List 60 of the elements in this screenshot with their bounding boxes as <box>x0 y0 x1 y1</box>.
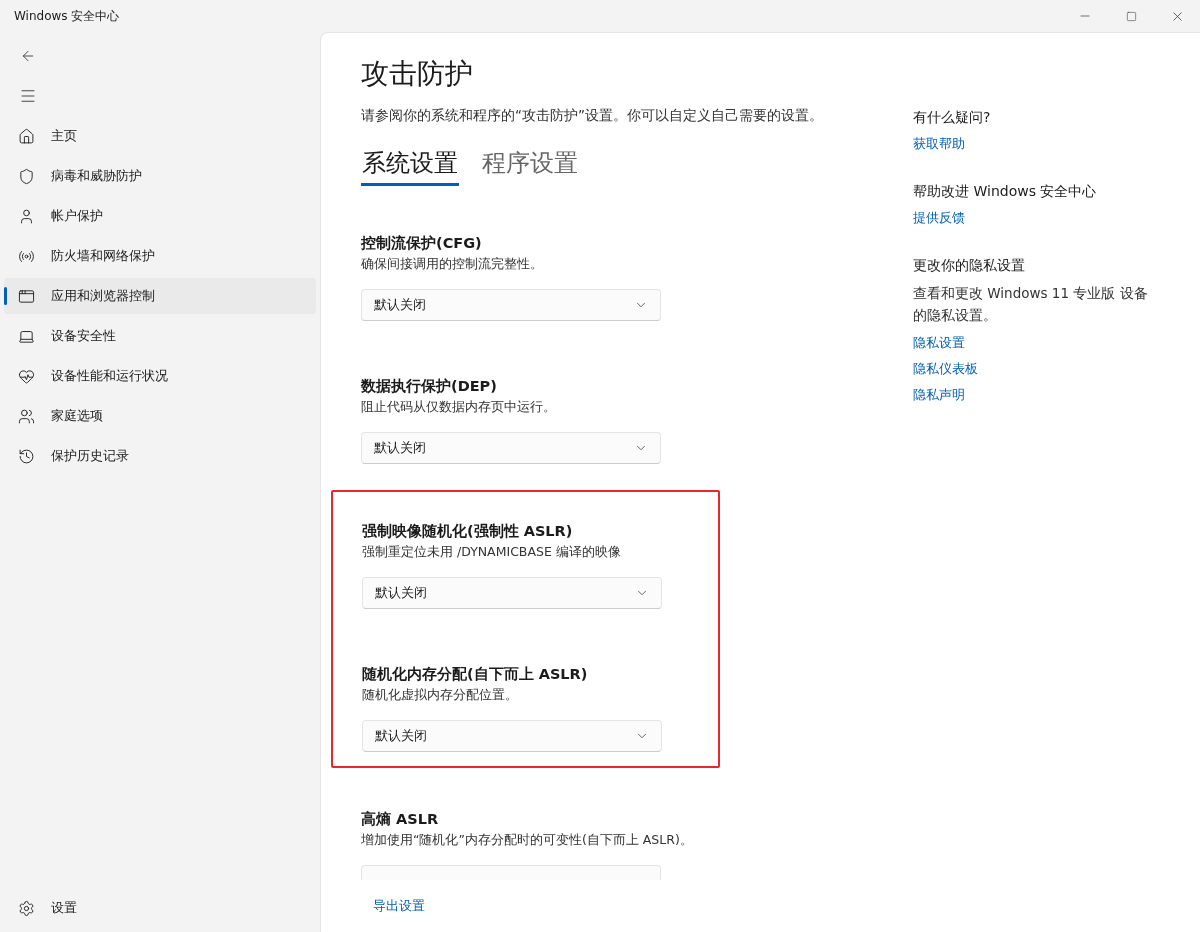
page-title: 攻击防护 <box>361 56 474 92</box>
setting-description: 确保间接调用的控制流完整性。 <box>361 256 544 273</box>
person-icon <box>18 207 35 225</box>
dropdown[interactable]: 默认关闭 <box>361 289 661 321</box>
sidebar-item[interactable]: 应用和浏览器控制 <box>4 278 316 314</box>
setting-description: 强制重定位未用 /DYNAMICBASE 编译的映像 <box>362 544 622 561</box>
sidebar-item-label: 设备安全性 <box>51 327 116 345</box>
sidebar-item-label: 帐户保护 <box>51 207 103 225</box>
aside-link[interactable]: 提供反馈 <box>913 209 965 227</box>
setting-description: 阻止代码从仅数据内存页中运行。 <box>361 399 557 416</box>
sidebar-item-label: 防火墙和网络保护 <box>51 247 155 265</box>
sidebar-item[interactable]: 设备性能和运行状况 <box>4 358 316 394</box>
dropdown[interactable]: 默认关闭 <box>362 720 662 752</box>
settings-icon <box>18 899 35 917</box>
dropdown[interactable]: 默认关闭 <box>361 432 661 464</box>
history-icon <box>18 447 35 465</box>
sidebar-item[interactable]: 保护历史记录 <box>4 438 316 474</box>
tab[interactable]: 系统设置 <box>361 147 459 186</box>
export-settings-link[interactable]: 导出设置 <box>373 897 425 915</box>
setting-title: 控制流保护(CFG) <box>361 234 483 253</box>
window-icon <box>18 287 35 305</box>
setting-title: 随机化内存分配(自下而上 ASLR) <box>362 665 589 684</box>
aside-link[interactable]: 获取帮助 <box>913 135 965 153</box>
sidebar-item-label: 主页 <box>51 127 77 145</box>
home-icon <box>18 127 35 145</box>
sidebar-item[interactable]: 帐户保护 <box>4 198 316 234</box>
sidebar-item-label: 家庭选项 <box>51 407 103 425</box>
people-icon <box>18 407 35 425</box>
aside-link[interactable]: 隐私仪表板 <box>913 360 978 379</box>
sidebar-item[interactable]: 主页 <box>4 118 316 154</box>
sidebar-item[interactable]: 防火墙和网络保护 <box>4 238 316 274</box>
sidebar-item[interactable]: 病毒和威胁防护 <box>4 158 316 194</box>
sidebar-item-label: 设备性能和运行状况 <box>51 367 168 385</box>
aside-heading: 有什么疑问? <box>913 109 992 127</box>
setting-title: 数据执行保护(DEP) <box>361 377 498 396</box>
setting-title: 高熵 ASLR <box>361 810 440 829</box>
sidebar-item-label: 应用和浏览器控制 <box>51 287 155 305</box>
aside-heading: 帮助改进 Windows 安全中心 <box>913 183 1098 201</box>
maximize-icon <box>1125 10 1137 22</box>
setting-description: 随机化虚拟内存分配位置。 <box>362 687 519 704</box>
sidebar-item[interactable]: 设备安全性 <box>4 318 316 354</box>
selection-indicator <box>4 287 7 305</box>
aside-text: 查看和更改 Windows 11 专业版 设备的隐私设置。 <box>913 284 1149 325</box>
setting-description: 增加使用“随机化”内存分配时的可变性(自下而上 ASLR)。 <box>361 832 694 849</box>
sidebar-item-label: 病毒和威胁防护 <box>51 167 142 185</box>
sidebar-item[interactable]: 家庭选项 <box>4 398 316 434</box>
aside-link[interactable]: 隐私声明 <box>913 386 965 405</box>
aside-link[interactable]: 隐私设置 <box>913 334 965 353</box>
page-subtitle: 请参阅你的系统和程序的“攻击防护”设置。你可以自定义自己需要的设置。 <box>361 107 824 125</box>
sidebar-item-label: 保护历史记录 <box>51 447 129 465</box>
tab[interactable]: 程序设置 <box>481 147 579 186</box>
settings-label: 设置 <box>51 899 77 917</box>
settings-item[interactable]: 设置 <box>4 890 316 926</box>
window-title: Windows 安全中心 <box>14 7 121 25</box>
shield-icon <box>18 167 35 185</box>
heart-pulse-icon <box>18 367 35 385</box>
setting-title: 强制映像随机化(强制性 ASLR) <box>362 522 574 541</box>
dropdown[interactable]: 默认关闭 <box>362 577 662 609</box>
menu-icon <box>19 87 37 105</box>
aside-heading: 更改你的隐私设置 <box>913 257 1026 275</box>
